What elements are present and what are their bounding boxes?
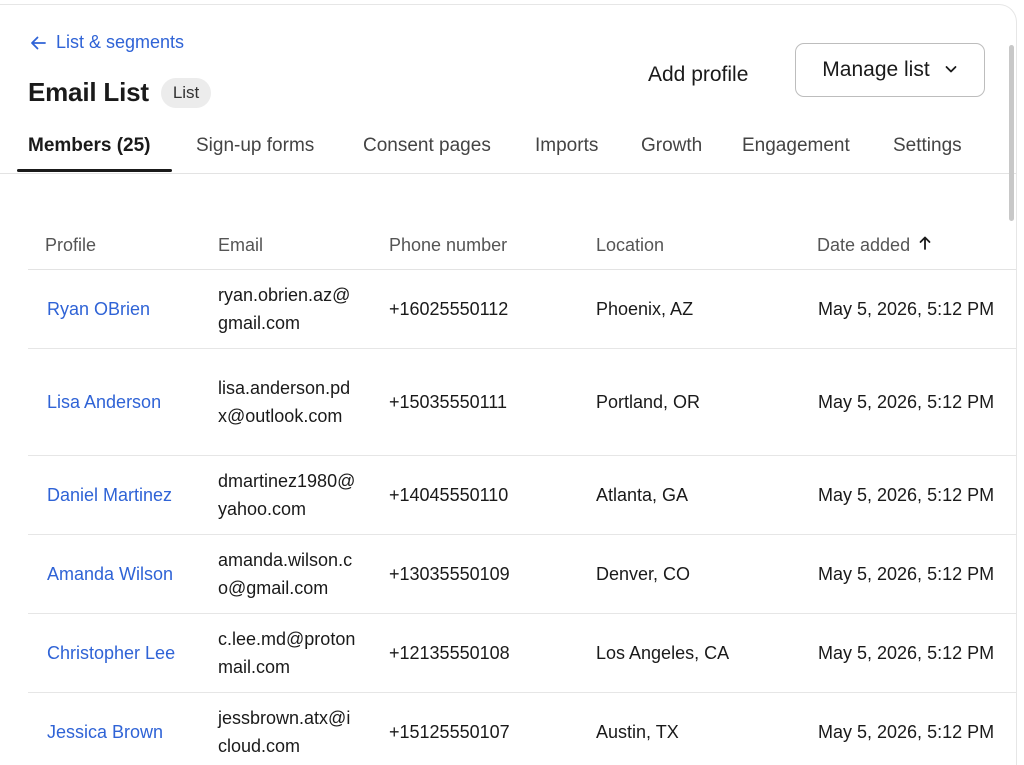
tab-settings[interactable]: Settings bbox=[893, 135, 962, 157]
phone-cell: +12135550108 bbox=[389, 643, 510, 663]
column-header-location[interactable]: Location bbox=[596, 235, 664, 256]
email-cell: c.lee.md@protonmail.com bbox=[218, 629, 356, 677]
phone-cell: +13035550109 bbox=[389, 564, 510, 584]
profile-link[interactable]: Christopher Lee bbox=[47, 614, 187, 692]
date-added-cell: May 5, 2026, 5:12 PM bbox=[818, 564, 995, 584]
date-added-cell: May 5, 2026, 5:12 PM bbox=[818, 722, 995, 742]
table-row: Ryan OBrien ryan.obrien.az@gmail.com +16… bbox=[28, 270, 1016, 349]
profile-link[interactable]: Ryan OBrien bbox=[47, 270, 187, 348]
back-to-lists-link[interactable]: List & segments bbox=[28, 32, 184, 53]
email-cell: lisa.anderson.pdx@outlook.com bbox=[218, 378, 351, 426]
email-cell: jessbrown.atx@icloud.com bbox=[218, 708, 351, 756]
profile-link[interactable]: Lisa Anderson bbox=[47, 349, 187, 455]
table-header: Profile Email Phone number Location Date… bbox=[28, 219, 1016, 270]
back-link-label: List & segments bbox=[56, 32, 185, 52]
add-profile-button[interactable]: Add profile bbox=[630, 51, 766, 99]
date-added-cell: May 5, 2026, 5:12 PM bbox=[818, 643, 995, 663]
chevron-down-icon bbox=[944, 58, 958, 82]
tab-engagement[interactable]: Engagement bbox=[742, 135, 850, 157]
list-type-badge: List bbox=[160, 77, 212, 108]
profile-link[interactable]: Jessica Brown bbox=[47, 693, 187, 765]
active-tab-indicator bbox=[17, 169, 172, 172]
phone-cell: +15035550111 bbox=[389, 392, 507, 412]
column-header-profile[interactable]: Profile bbox=[45, 235, 96, 256]
location-cell: Denver, CO bbox=[596, 564, 691, 584]
tab-members[interactable]: Members (25) bbox=[28, 135, 151, 157]
column-header-email[interactable]: Email bbox=[218, 235, 263, 256]
tab-consent-pages[interactable]: Consent pages bbox=[363, 135, 491, 157]
tab-imports[interactable]: Imports bbox=[535, 135, 598, 157]
phone-cell: +15125550107 bbox=[389, 722, 510, 742]
list-tabs: Members (25) Sign-up forms Consent pages… bbox=[0, 123, 1016, 174]
table-row: Christopher Lee c.lee.md@protonmail.com … bbox=[28, 614, 1016, 693]
table-row: Jessica Brown jessbrown.atx@icloud.com +… bbox=[28, 693, 1016, 765]
table-row: Amanda Wilson amanda.wilson.co@gmail.com… bbox=[28, 535, 1016, 614]
profile-link[interactable]: Daniel Martinez bbox=[47, 456, 187, 534]
page-title: Email List bbox=[28, 77, 149, 107]
email-cell: dmartinez1980@yahoo.com bbox=[218, 471, 356, 519]
location-cell: Los Angeles, CA bbox=[596, 643, 730, 663]
tab-growth[interactable]: Growth bbox=[641, 135, 702, 157]
members-table: Profile Email Phone number Location Date… bbox=[28, 219, 1016, 765]
date-added-cell: May 5, 2026, 5:12 PM bbox=[818, 299, 995, 319]
email-cell: ryan.obrien.az@gmail.com bbox=[218, 285, 351, 333]
title-row: Email List List bbox=[28, 77, 212, 108]
arrow-up-icon bbox=[918, 235, 932, 256]
table-row: Lisa Anderson lisa.anderson.pdx@outlook.… bbox=[28, 349, 1016, 456]
email-cell: amanda.wilson.co@gmail.com bbox=[218, 550, 353, 598]
tab-sign-up-forms[interactable]: Sign-up forms bbox=[196, 135, 314, 157]
date-added-cell: May 5, 2026, 5:12 PM bbox=[818, 392, 995, 412]
column-header-date-added-label: Date added bbox=[817, 235, 911, 255]
location-cell: Phoenix, AZ bbox=[596, 299, 694, 319]
location-cell: Portland, OR bbox=[596, 392, 701, 412]
manage-list-button[interactable]: Manage list bbox=[795, 43, 985, 97]
phone-cell: +14045550110 bbox=[389, 485, 509, 505]
scrollbar-thumb[interactable] bbox=[1009, 45, 1014, 221]
column-header-date-added[interactable]: Date added bbox=[817, 235, 932, 256]
location-cell: Austin, TX bbox=[596, 722, 679, 742]
location-cell: Atlanta, GA bbox=[596, 485, 689, 505]
date-added-cell: May 5, 2026, 5:12 PM bbox=[818, 485, 995, 505]
column-header-phone[interactable]: Phone number bbox=[389, 235, 507, 256]
profile-link[interactable]: Amanda Wilson bbox=[47, 535, 187, 613]
table-row: Daniel Martinez dmartinez1980@yahoo.com … bbox=[28, 456, 1016, 535]
manage-list-label: Manage list bbox=[822, 58, 930, 81]
arrow-left-icon bbox=[28, 33, 48, 53]
phone-cell: +16025550112 bbox=[389, 299, 509, 319]
list-detail-card: List & segments Email List List Add prof… bbox=[0, 4, 1017, 765]
